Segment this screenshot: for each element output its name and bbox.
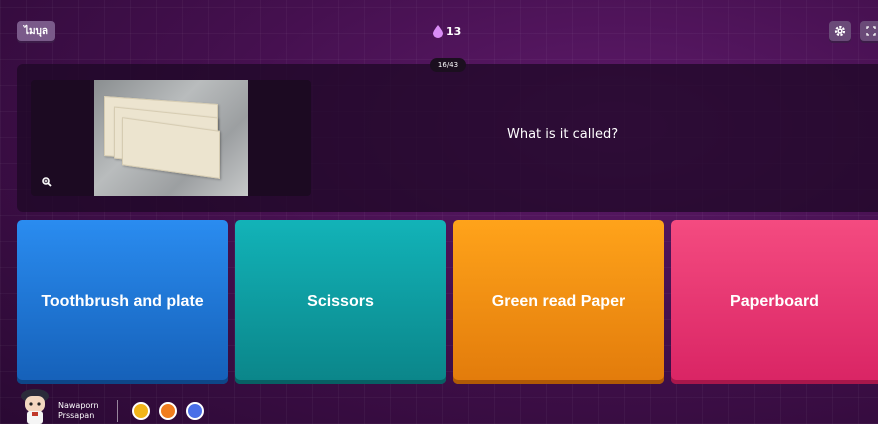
streak-drop-icon bbox=[433, 24, 443, 38]
zoom-icon bbox=[42, 177, 52, 187]
player-name: Nawaporn Prssapan bbox=[58, 401, 99, 420]
zoom-button[interactable] bbox=[39, 174, 55, 190]
answer-option-3[interactable]: Green read Paper bbox=[453, 220, 664, 384]
fullscreen-icon bbox=[866, 26, 876, 36]
player-footer: Nawaporn Prssapan bbox=[0, 384, 878, 424]
answer-option-4[interactable]: Paperboard bbox=[671, 220, 878, 384]
player-avatar bbox=[21, 389, 49, 424]
answer-options: Toothbrush and plate Scissors Green read… bbox=[17, 220, 878, 384]
shield-powerup-icon[interactable] bbox=[186, 402, 204, 420]
streak-counter: 13 bbox=[433, 22, 461, 40]
streak-count: 13 bbox=[446, 24, 462, 38]
question-image[interactable] bbox=[31, 80, 311, 196]
question-panel: What is it called? bbox=[17, 64, 878, 212]
fullscreen-button[interactable] bbox=[860, 21, 878, 41]
question-progress: 16/43 bbox=[430, 58, 466, 72]
gear-icon bbox=[834, 25, 846, 37]
question-text: What is it called? bbox=[507, 127, 619, 142]
settings-button[interactable] bbox=[829, 21, 851, 41]
fire-powerup-icon[interactable] bbox=[159, 402, 177, 420]
footer-divider bbox=[117, 400, 118, 422]
exit-button[interactable]: ไมบุล bbox=[17, 21, 55, 41]
answer-option-1[interactable]: Toothbrush and plate bbox=[17, 220, 228, 384]
star-powerup-icon[interactable] bbox=[132, 402, 150, 420]
paper-photo bbox=[94, 80, 248, 196]
answer-option-2[interactable]: Scissors bbox=[235, 220, 446, 384]
top-bar: ไมบุล 13 bbox=[0, 0, 878, 60]
